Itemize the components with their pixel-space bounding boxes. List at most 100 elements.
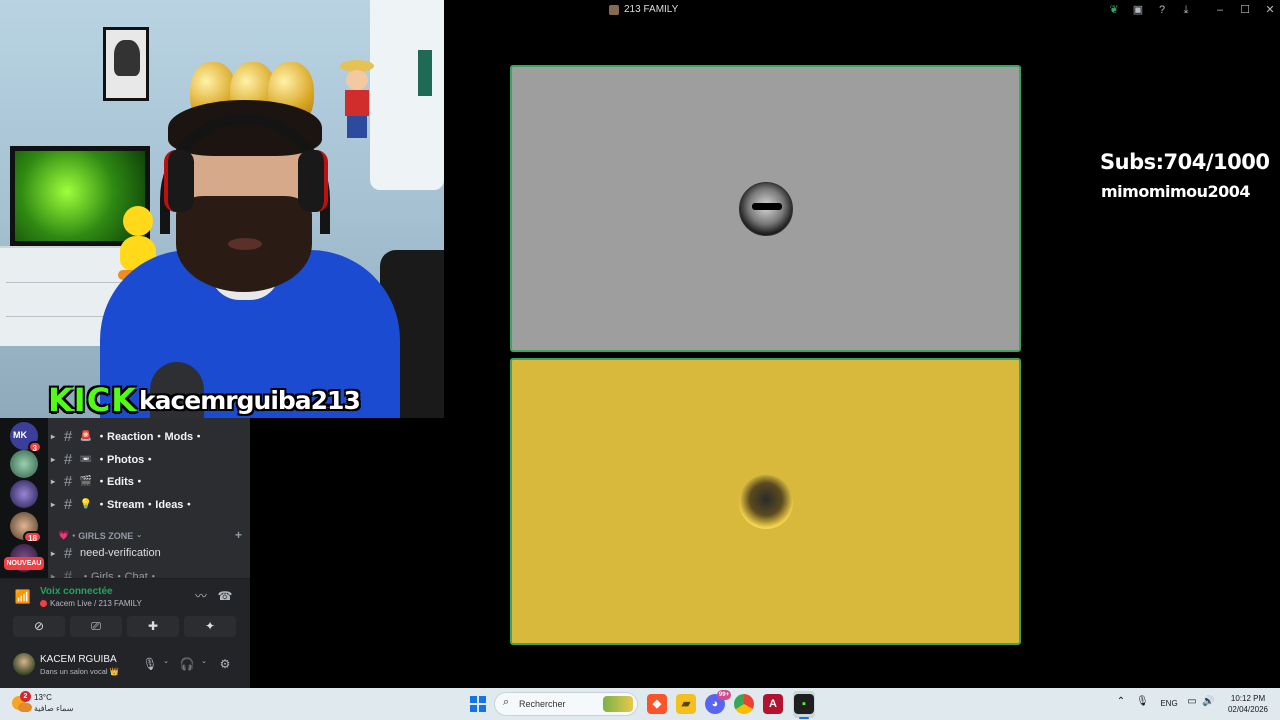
server-icon-3[interactable] (10, 480, 38, 508)
signal-icon[interactable]: 📶 (14, 589, 32, 607)
server-badge: 18 (23, 531, 42, 543)
chevron-right-icon: ▸ (50, 476, 55, 486)
live-dot-icon (40, 600, 47, 607)
hash-icon: # (63, 450, 73, 468)
help-icon[interactable]: ? (1154, 2, 1170, 18)
weather-temperature[interactable]: 13°C (34, 693, 52, 702)
subs-goal-overlay: Subs:704/1000 (1100, 150, 1270, 174)
sunglasses-icon (752, 203, 782, 210)
minimize-icon[interactable]: – (1212, 2, 1228, 18)
server-icon-4[interactable]: 18 (10, 512, 42, 543)
notification-badge: 99+ (717, 690, 731, 700)
chevron-right-icon: ▸ (50, 454, 55, 464)
close-icon[interactable]: ✕ (1262, 2, 1278, 18)
voice-title[interactable]: Voix connectée (40, 586, 113, 597)
inbox-icon[interactable]: ▣ (1130, 2, 1146, 18)
avatar[interactable] (13, 653, 35, 675)
search-icon: ⌕ (503, 696, 510, 708)
channel-name: need-verification (80, 547, 161, 559)
voice-subtitle[interactable]: Kacem Live / 213 FAMILY (40, 599, 142, 608)
voice-channel-path: Kacem Live / 213 FAMILY (50, 599, 142, 608)
channel-stream-ideas[interactable]: ▸ # 💡 ・Stream・Ideas・ (48, 493, 248, 515)
chevron-right-icon: ▸ (50, 431, 55, 441)
brave-icon[interactable]: ◆ (647, 694, 667, 714)
luffy-figure (340, 60, 374, 146)
microphone-icon[interactable]: 🎙 (141, 655, 159, 673)
network-icon[interactable]: ▭ (1186, 696, 1198, 707)
window-title: 213 FAMILY (609, 4, 678, 15)
category-girls-zone[interactable]: 💗 ・GIRLS ZONE ⌄ + (58, 528, 242, 542)
channel-edits[interactable]: ▸ # 🎬 ・Edits・ (48, 470, 248, 492)
chevron-down-icon[interactable]: ⌄ (200, 657, 208, 665)
channel-name: ・Girls・Chat・ (80, 571, 159, 578)
user-status: Dans un salon vocal 👑 (40, 667, 119, 676)
user-panel: KACEM RGUIBA Dans un salon vocal 👑 🎙 ⌄ 🎧… (0, 645, 250, 689)
activities-button[interactable]: ✚ (127, 616, 179, 637)
voice-participant-tile[interactable] (510, 358, 1021, 645)
channel-emoji: 💡 (79, 498, 93, 510)
channel-name: ・Photos・ (96, 454, 156, 466)
avatar (739, 475, 793, 529)
file-explorer-icon[interactable]: ▰ (676, 694, 696, 714)
microphone-icon[interactable]: 🎙 (1136, 696, 1149, 707)
taskbar-search[interactable]: ⌕ Rechercher (494, 692, 638, 716)
search-placeholder: Rechercher (519, 699, 566, 709)
screen-share-button[interactable]: ⎚ (70, 616, 122, 637)
weather-badge: 2 (20, 691, 31, 702)
language-indicator[interactable]: ENG (1158, 699, 1180, 708)
channel-name: ・Edits・ (96, 476, 145, 488)
noise-suppression-icon[interactable]: 〰 (191, 585, 211, 607)
hanging-jersey (370, 0, 444, 190)
chevron-down-icon: ⌄ (136, 532, 143, 539)
leaf-icon[interactable]: ❦ (1106, 2, 1122, 18)
volume-icon[interactable]: 🔊 (1202, 696, 1214, 707)
adobe-icon[interactable]: A (763, 694, 783, 714)
active-indicator (799, 717, 809, 719)
clock-date: 02/04/2026 (1227, 705, 1269, 714)
heart-icon: 💗 (58, 529, 70, 540)
taskbar: 2 13°C سماء صافية ⌕ Rechercher ◆ ▰ ◕ 99+… (0, 688, 1280, 720)
window-title-text: 213 FAMILY (624, 4, 679, 15)
windows-start-icon[interactable] (470, 696, 486, 712)
kick-username: kacemrguiba213 (138, 385, 361, 415)
voice-participant-tile[interactable] (510, 65, 1021, 352)
headset-cup-left (164, 150, 194, 212)
camera-off-button[interactable]: ⊘ (13, 616, 65, 637)
download-icon[interactable]: ⤓ (1178, 2, 1194, 18)
hash-icon: # (63, 472, 73, 490)
channel-reaction-mods[interactable]: ▸ # 🚨 ・Reaction・Mods・ (48, 425, 248, 447)
channel-photos[interactable]: ▸ # 📼 ・Photos・ (48, 448, 248, 470)
maximize-icon[interactable]: ☐ (1237, 2, 1253, 18)
channel-list: ▸ # 🚨 ・Reaction・Mods・ ▸ # 📼 ・Photos・ ▸ #… (48, 418, 250, 578)
weather-condition[interactable]: سماء صافية (34, 704, 74, 713)
chrome-icon[interactable] (734, 694, 754, 714)
server-icon-mk[interactable]: MK 3 (10, 422, 42, 453)
hash-icon: # (63, 567, 73, 579)
discord-taskbar-icon[interactable]: ◕ 99+ (705, 690, 731, 714)
soundboard-button[interactable]: ✦ (184, 616, 236, 637)
channel-name: ・Reaction・Mods・ (96, 431, 205, 443)
user-name[interactable]: KACEM RGUIBA (40, 654, 117, 665)
channel-emoji: 🚨 (79, 430, 93, 442)
disconnect-icon[interactable]: ☎ (215, 585, 235, 607)
hash-icon: # (63, 495, 73, 513)
clock-time: 10:12 PM (1230, 694, 1266, 703)
channel-girls-chat[interactable]: ▸ # ・Girls・Chat・ (48, 565, 248, 579)
window-titlebar: 213 FAMILY ❦ ▣ ? ⤓ – ☐ ✕ (444, 0, 1280, 20)
hash-icon: # (63, 544, 73, 562)
headphones-icon[interactable]: 🎧 (178, 655, 196, 673)
channel-emoji: 📼 (79, 453, 93, 465)
new-badge[interactable]: NOUVEAU (4, 557, 44, 570)
chevron-down-icon[interactable]: ⌄ (162, 657, 170, 665)
category-label: ・GIRLS ZONE (69, 530, 134, 541)
chevron-up-icon[interactable]: ⌃ (1116, 696, 1126, 707)
system-clock[interactable]: 10:12 PM 02/04/2026 (1224, 693, 1272, 715)
gear-icon[interactable]: ⚙ (216, 655, 234, 673)
server-icon (609, 4, 619, 15)
kick-taskbar-icon[interactable]: ▪ (794, 694, 814, 714)
latest-sub-overlay: mimomimou2004 (1101, 182, 1251, 201)
channel-need-verification[interactable]: ▸ # need-verification (48, 542, 248, 564)
server-icon-2[interactable] (10, 450, 38, 478)
plus-icon[interactable]: + (235, 528, 242, 542)
search-highlight-image (603, 696, 633, 712)
